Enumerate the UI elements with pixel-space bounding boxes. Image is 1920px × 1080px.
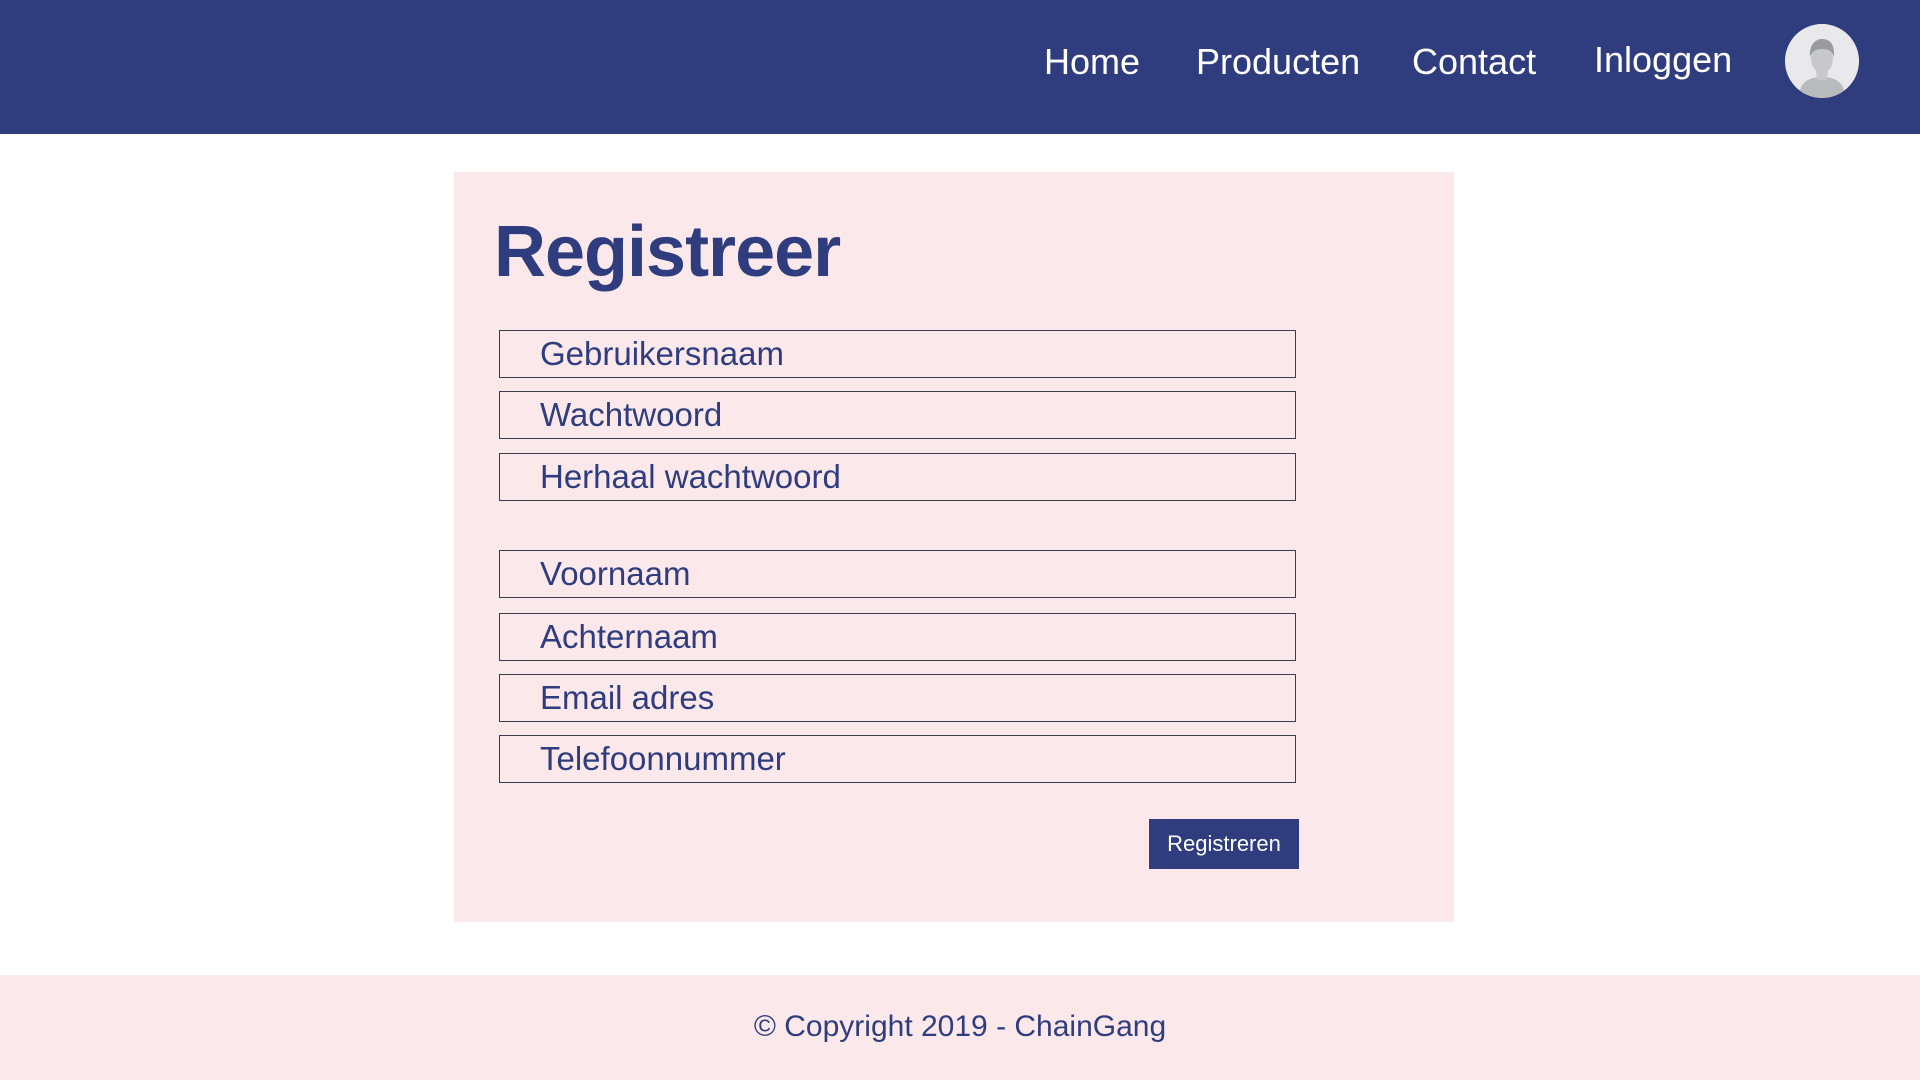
user-avatar-icon[interactable] [1785, 24, 1859, 98]
username-input[interactable] [500, 331, 1295, 377]
password-field-box [499, 391, 1296, 439]
top-navigation-bar: Home Producten Contact Inloggen [0, 0, 1920, 134]
email-input[interactable] [500, 675, 1295, 721]
phone-input[interactable] [500, 736, 1295, 782]
password-input[interactable] [500, 392, 1295, 438]
nav-link-login[interactable]: Inloggen [1594, 38, 1732, 82]
first-name-field-box [499, 550, 1296, 598]
page-title: Registreer [494, 212, 841, 292]
nav-link-contact[interactable]: Contact [1412, 40, 1536, 84]
phone-field-box [499, 735, 1296, 783]
last-name-input[interactable] [500, 614, 1295, 660]
repeat-password-input[interactable] [500, 454, 1295, 500]
copyright-text: © Copyright 2019 - ChainGang [753, 1010, 1167, 1043]
register-button[interactable]: Registreren [1149, 819, 1299, 869]
footer: © Copyright 2019 - ChainGang [0, 975, 1920, 1080]
last-name-field-box [499, 613, 1296, 661]
first-name-input[interactable] [500, 551, 1295, 597]
email-field-box [499, 674, 1296, 722]
nav-link-products[interactable]: Producten [1196, 40, 1360, 84]
nav-link-home[interactable]: Home [1044, 40, 1140, 84]
username-field-box [499, 330, 1296, 378]
page: Home Producten Contact Inloggen Registre… [0, 0, 1920, 1080]
repeat-password-field-box [499, 453, 1296, 501]
registration-card: Registreer Registreren [454, 172, 1454, 922]
